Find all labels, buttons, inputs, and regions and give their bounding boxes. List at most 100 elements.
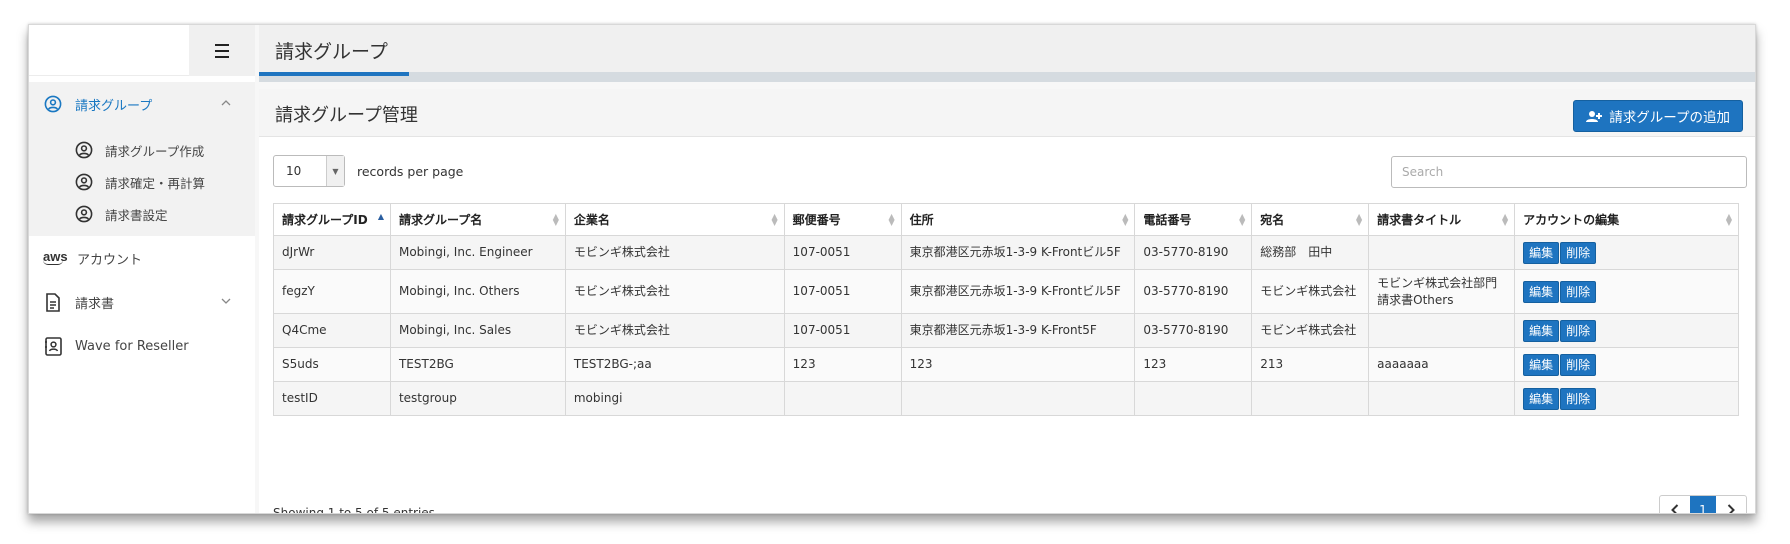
- sidebar-item-label: 請求グループ作成: [105, 143, 205, 159]
- sidebar-item-billing-group[interactable]: 請求グループ: [29, 82, 255, 126]
- table-cell: dJrWr: [273, 235, 391, 270]
- row-actions: 編集 削除: [1514, 313, 1739, 348]
- sidebar-item-create-billing-group[interactable]: 請求グループ作成: [29, 134, 255, 166]
- tab-progress-fill: [259, 72, 409, 76]
- user-circle-icon: [43, 94, 63, 114]
- add-button-label: 請求グループの追加: [1609, 110, 1730, 126]
- sidebar-item-confirm-recalc[interactable]: 請求確定・再計算: [29, 166, 255, 198]
- row-actions: 編集 削除: [1514, 347, 1739, 382]
- table-cell: モビンギ株式会社: [564, 269, 785, 314]
- table-cell: Q4Cme: [273, 313, 391, 348]
- column-header-label: 郵便番号: [792, 213, 841, 227]
- column-header[interactable]: 請求グループID ▲: [273, 203, 391, 236]
- table-cell: 03-5770-8190: [1134, 313, 1253, 348]
- pagination: 1: [1659, 495, 1747, 513]
- column-header-label: アカウントの編集: [1523, 213, 1620, 227]
- table-cell: [783, 381, 902, 416]
- column-header[interactable]: アカウントの編集 ▲ ▼: [1514, 203, 1739, 236]
- nav-group-billing: 請求グループ 請求グループ作成 請求確定・再計算 請求書設定: [29, 82, 255, 236]
- app-window: 請求グループ 請求グループ作成 請求確定・再計算 請求書設定 aws アカウント…: [28, 24, 1756, 514]
- table-row: testID testgroup mobingi 編集 削除: [273, 381, 1739, 416]
- column-header[interactable]: 住所 ▲ ▼: [900, 203, 1136, 236]
- edit-button[interactable]: 編集: [1523, 280, 1560, 303]
- column-header[interactable]: 請求書タイトル ▲ ▼: [1368, 203, 1516, 236]
- user-circle-icon: [74, 172, 94, 192]
- column-header-label: 請求書タイトル: [1377, 213, 1462, 227]
- hamburger-icon: [215, 42, 229, 60]
- column-header[interactable]: 宛名 ▲ ▼: [1251, 203, 1370, 236]
- table-controls: 10 ▼ records per page: [273, 155, 1747, 189]
- table-cell: [1368, 381, 1516, 416]
- billing-group-panel: 請求グループ管理 請求グループの追加 10 ▼ records per page: [259, 89, 1755, 513]
- next-page-button[interactable]: [1716, 496, 1746, 513]
- table-cell: 213: [1251, 347, 1370, 382]
- table-cell: [1368, 313, 1516, 348]
- column-header[interactable]: 請求グループ名 ▲ ▼: [389, 203, 566, 236]
- delete-button[interactable]: 削除: [1560, 241, 1597, 264]
- column-header[interactable]: 郵便番号 ▲ ▼: [783, 203, 902, 236]
- page-title: 請求グループ管理: [275, 105, 418, 126]
- aws-logo-text: aws: [43, 248, 68, 264]
- edit-button[interactable]: 編集: [1523, 387, 1560, 410]
- table-row: S5uds TEST2BG TEST2BG-;aa 123 123 123 213 aaaaa…: [273, 347, 1739, 382]
- delete-button[interactable]: 削除: [1560, 387, 1597, 410]
- table-cell: 東京都港区元赤坂1-3-9 K-Frontビル5F: [900, 235, 1136, 270]
- table-row: dJrWr Mobingi, Inc. Engineer モビンギ株式会社 107-0…: [273, 235, 1739, 270]
- edit-button[interactable]: 編集: [1523, 319, 1560, 342]
- sort-icon: ▲ ▼: [552, 212, 559, 227]
- delete-button[interactable]: 削除: [1560, 319, 1597, 342]
- table-cell: 03-5770-8190: [1134, 269, 1253, 314]
- column-header-label: 電話番号: [1143, 213, 1192, 227]
- main-content: 請求グループ 請求グループ管理 請求グループの追加 10 ▼ records p…: [259, 25, 1755, 513]
- contact-card-icon: [43, 336, 63, 356]
- prev-page-button[interactable]: [1660, 496, 1690, 513]
- table-cell: TEST2BG: [389, 347, 566, 382]
- sidebar-header: [29, 25, 255, 76]
- menu-toggle-button[interactable]: [189, 25, 255, 76]
- table-cell: 107-0051: [783, 313, 902, 348]
- dropdown-arrow-icon: ▼: [326, 156, 344, 186]
- table-row: Q4Cme Mobingi, Inc. Sales モビンギ株式会社 107-0051…: [273, 313, 1739, 348]
- add-billing-group-button[interactable]: 請求グループの追加: [1573, 100, 1743, 132]
- search-input[interactable]: [1391, 156, 1747, 188]
- delete-button[interactable]: 削除: [1560, 353, 1597, 376]
- column-header[interactable]: 企業名 ▲ ▼: [564, 203, 785, 236]
- table-cell: Mobingi, Inc. Others: [389, 269, 566, 314]
- page-size-select[interactable]: 10 ▼: [273, 155, 345, 187]
- table-cell: mobingi: [564, 381, 785, 416]
- table-header-row: 請求グループID ▲ 請求グループ名 ▲ ▼ 企業名 ▲ ▼ 郵便番号 ▲ ▼ 住所 ▲ ▼ 電話…: [273, 203, 1739, 236]
- sidebar-item-wave-reseller[interactable]: Wave for Reseller: [29, 324, 255, 368]
- edit-button[interactable]: 編集: [1523, 241, 1560, 264]
- sort-icon: ▲ ▼: [888, 212, 895, 227]
- chevron-left-icon: [1671, 504, 1679, 513]
- table-cell: fegzY: [273, 269, 391, 314]
- sidebar-item-label: 請求グループ: [75, 98, 153, 114]
- table-cell: testgroup: [389, 381, 566, 416]
- row-actions: 編集 削除: [1514, 235, 1739, 270]
- edit-button[interactable]: 編集: [1523, 353, 1560, 376]
- column-header-label: 企業名: [573, 213, 610, 227]
- sidebar-item-invoice-settings[interactable]: 請求書設定: [29, 198, 255, 230]
- table-cell: モビンギ株式会社: [1251, 313, 1370, 348]
- sidebar-item-invoice[interactable]: 請求書: [29, 280, 255, 324]
- user-circle-icon: [74, 140, 94, 160]
- column-header-label: 住所: [909, 213, 934, 227]
- sort-icon: ▲ ▼: [1356, 212, 1363, 227]
- column-header-label: 宛名: [1260, 213, 1285, 227]
- aws-icon: aws: [43, 248, 69, 265]
- column-header-label: 請求グループ名: [398, 213, 483, 227]
- table-cell: [900, 381, 1136, 416]
- sidebar-item-account[interactable]: aws アカウント: [29, 236, 255, 280]
- delete-button[interactable]: 削除: [1560, 280, 1597, 303]
- table-cell: 東京都港区元赤坂1-3-9 K-Front5F: [900, 313, 1136, 348]
- table-cell: 03-5770-8190: [1134, 235, 1253, 270]
- column-header[interactable]: 電話番号 ▲ ▼: [1134, 203, 1253, 236]
- column-header-label: 請求グループID: [282, 213, 368, 227]
- table-cell: [1251, 381, 1370, 416]
- sidebar-item-label: アカウント: [77, 252, 143, 268]
- panel-header: 請求グループ管理 請求グループの追加: [259, 89, 1755, 137]
- tab-billing-group[interactable]: 請求グループ: [275, 37, 388, 64]
- tab-progress-bar: [259, 72, 1755, 82]
- page-number-button[interactable]: 1: [1690, 496, 1716, 513]
- table-cell: 107-0051: [783, 235, 902, 270]
